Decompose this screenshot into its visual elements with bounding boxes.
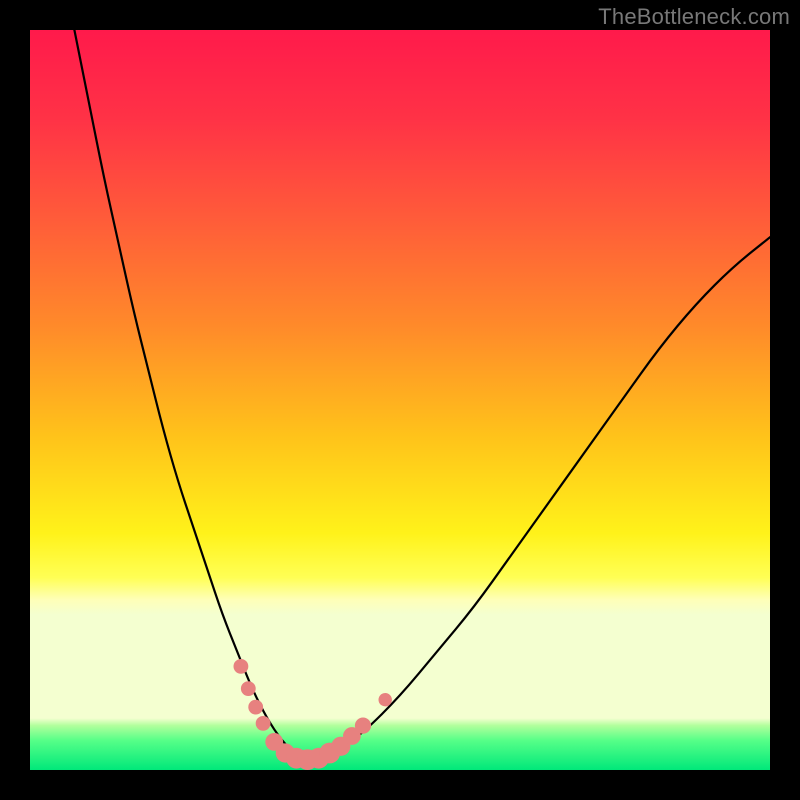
curve-markers — [234, 659, 392, 770]
curve-marker — [241, 681, 256, 696]
plot-area — [30, 30, 770, 770]
curve-marker — [234, 659, 249, 674]
chart-svg — [30, 30, 770, 770]
curve-marker — [256, 716, 271, 731]
curve-marker — [248, 700, 263, 715]
bottleneck-curve — [74, 30, 770, 758]
curve-marker — [355, 718, 371, 734]
outer-frame: TheBottleneck.com — [0, 0, 800, 800]
watermark-text: TheBottleneck.com — [598, 4, 790, 30]
curve-marker — [379, 693, 392, 706]
